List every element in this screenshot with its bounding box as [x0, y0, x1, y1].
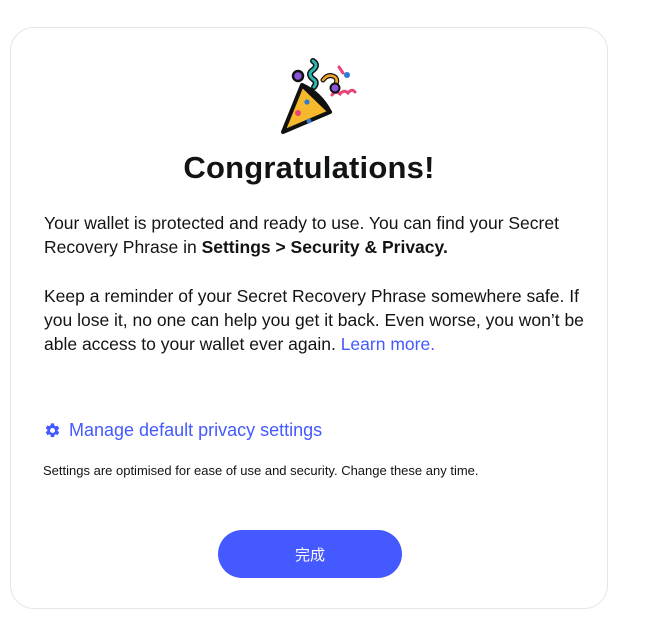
gear-icon — [44, 422, 61, 439]
party-popper-icon — [275, 55, 359, 139]
reminder-paragraph: Keep a reminder of your Secret Recovery … — [44, 284, 594, 356]
privacy-settings-note: Settings are optimised for ease of use a… — [43, 463, 479, 478]
manage-privacy-settings-label: Manage default privacy settings — [69, 420, 323, 440]
congratulations-card: Congratulations! Your wallet is protecte… — [10, 27, 608, 609]
learn-more-link[interactable]: Learn more. — [341, 332, 435, 356]
page-title: Congratulations! — [183, 150, 435, 185]
reminder-text: Keep a reminder of your Secret Recovery … — [44, 286, 584, 354]
manage-privacy-settings-link[interactable]: Manage default privacy settings — [44, 420, 322, 441]
done-button[interactable]: 完成 — [218, 530, 402, 578]
wallet-protected-paragraph: Your wallet is protected and ready to us… — [44, 211, 594, 259]
settings-path-text: Settings > Security & Privacy. — [201, 237, 448, 257]
